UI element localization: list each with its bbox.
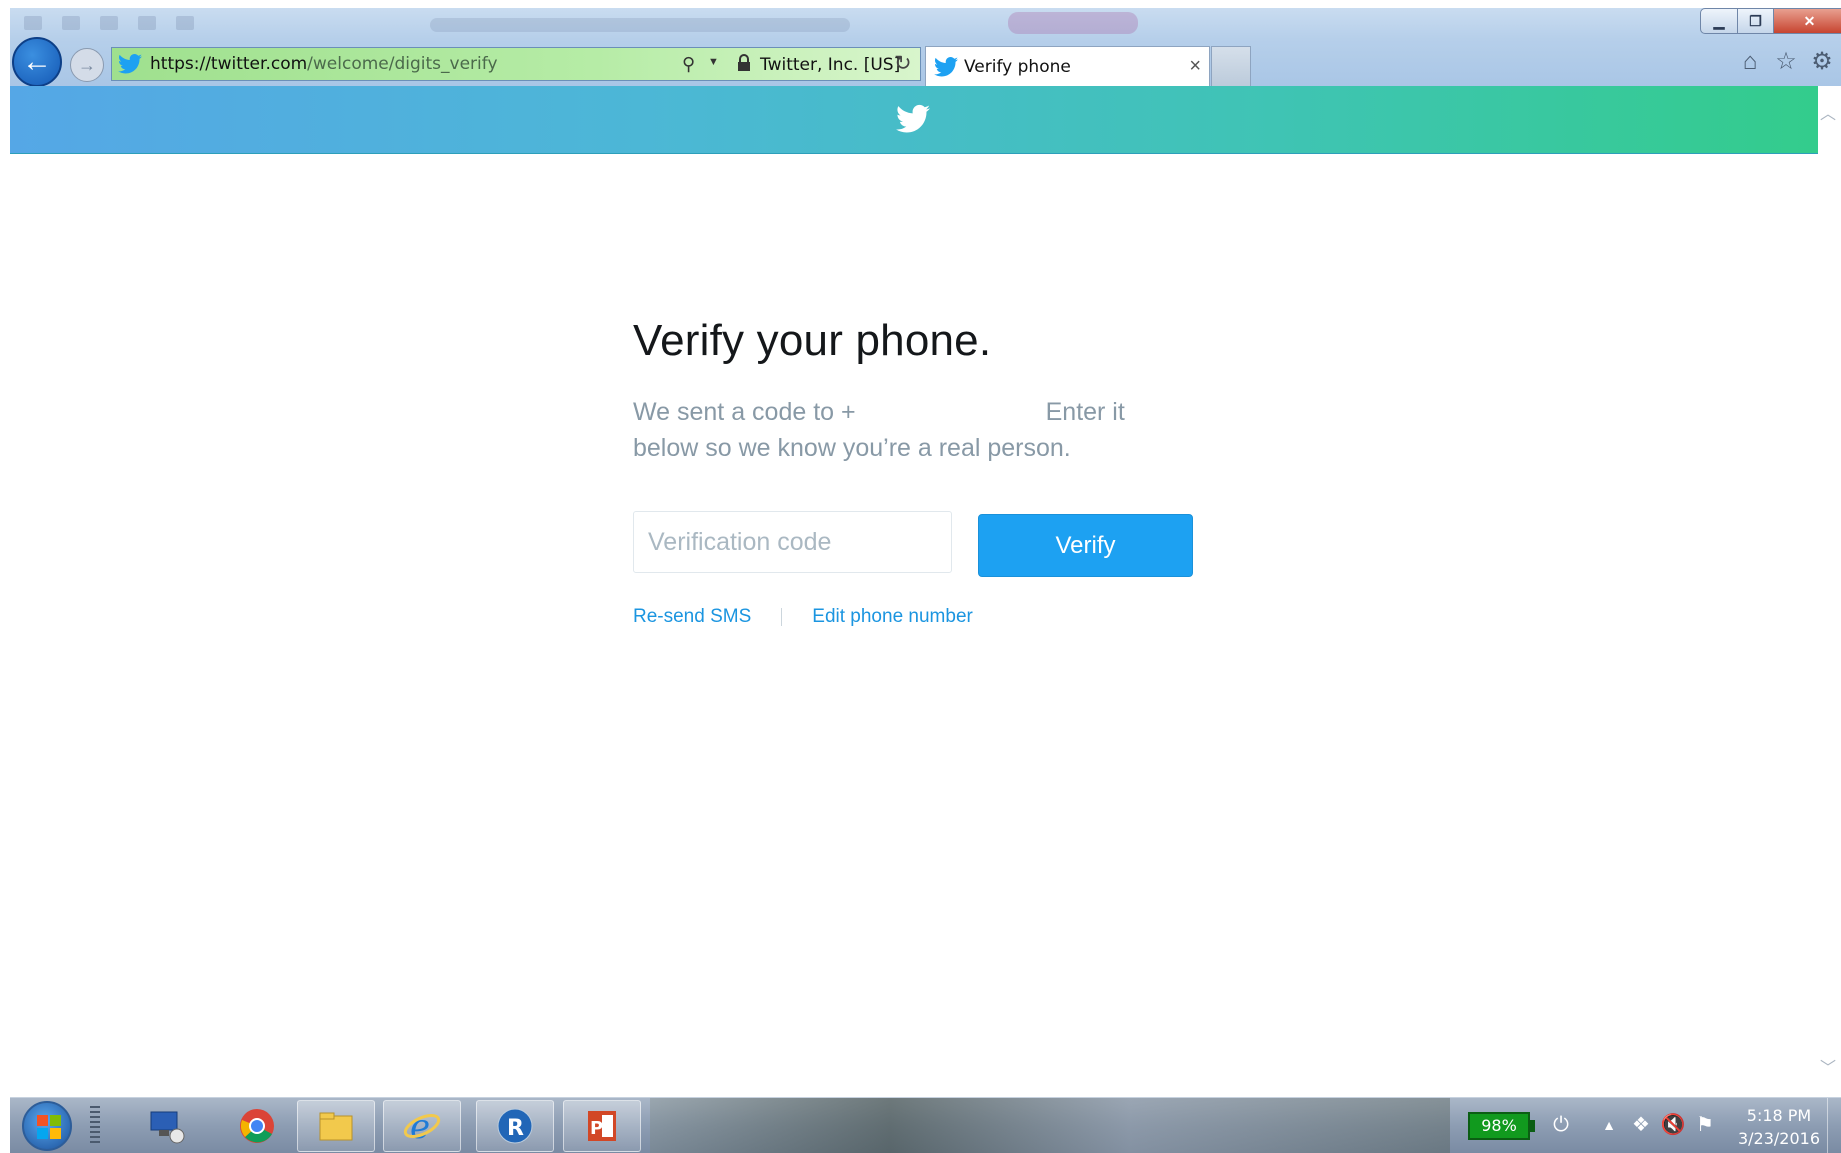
taskbar-app-remote-desktop[interactable]	[128, 1100, 206, 1152]
qat-icon[interactable]	[24, 16, 42, 30]
search-icon[interactable]: ⚲	[682, 54, 695, 75]
verify-phone-card: Verify your phone. We sent a code to + En…	[633, 316, 1233, 627]
minimize-button[interactable]: ▁	[1700, 8, 1738, 34]
clock-date: 3/23/2016	[1737, 1129, 1821, 1148]
restore-button[interactable]: ❐	[1738, 8, 1774, 34]
taskbar-app-internet-explorer[interactable]: e	[383, 1100, 461, 1152]
description-start: We sent a code to +	[633, 398, 856, 426]
lock-icon[interactable]	[736, 54, 752, 72]
qat-icon[interactable]	[62, 16, 80, 30]
start-button[interactable]	[22, 1101, 72, 1151]
page-title: Verify your phone.	[633, 316, 992, 365]
taskbar-app-powerpoint[interactable]: P	[563, 1100, 641, 1152]
page-viewport: Verify your phone. We sent a code to + En…	[10, 86, 1818, 1097]
blurred-title-badge	[1008, 12, 1138, 34]
blurred-window-title	[430, 18, 850, 32]
vertical-scrollbar[interactable]: ︿ ﹀	[1818, 86, 1841, 1097]
powerpoint-icon: P	[588, 1111, 616, 1141]
chevron-down-icon[interactable]: ▼	[708, 56, 719, 68]
twitter-header-banner	[10, 86, 1818, 154]
taskbar-grip[interactable]	[90, 1106, 100, 1146]
windows-logo-icon	[37, 1115, 61, 1139]
tab-label: Verify phone	[964, 56, 1071, 77]
link-divider	[781, 608, 783, 626]
twitter-favicon-icon	[118, 54, 142, 74]
taskbar-app-file-explorer[interactable]	[297, 1100, 375, 1152]
taskbar-app-r[interactable]: R	[476, 1100, 554, 1152]
address-bar[interactable]: https://twitter.com/welcome/digits_verif…	[111, 47, 921, 81]
verify-description: We sent a code to + Enter it below so we …	[633, 394, 1193, 466]
remote-desktop-icon	[150, 1111, 185, 1144]
dropbox-icon[interactable]: ❖	[1628, 1112, 1654, 1138]
close-window-button[interactable]: ✕	[1774, 8, 1841, 34]
verification-code-input[interactable]	[633, 511, 952, 573]
scroll-up-icon[interactable]: ︿	[1820, 100, 1836, 124]
qat-icon[interactable]	[100, 16, 118, 30]
windows-taskbar: e R P 98% ⏻ ▲ ❖ 🔇 ⚑ 5:18 PM 3/23/2016	[10, 1097, 1841, 1153]
internet-explorer-icon: e	[403, 1107, 441, 1146]
battery-indicator[interactable]: 98%	[1468, 1112, 1530, 1140]
browser-nav-icons: ⌂ ☆ ⚙	[1738, 48, 1834, 76]
system-tray: 98% ⏻ ▲ ❖ 🔇 ⚑ 5:18 PM 3/23/2016	[1456, 1098, 1841, 1153]
url-text[interactable]: https://twitter.com/welcome/digits_verif…	[150, 54, 498, 74]
battery-tip	[1530, 1120, 1535, 1132]
svg-text:P: P	[590, 1118, 603, 1139]
code-entry-row: Verify	[633, 511, 1233, 577]
new-tab-button[interactable]	[1211, 46, 1251, 86]
tab-verify-phone[interactable]: Verify phone ×	[925, 46, 1210, 86]
verify-button[interactable]: Verify	[978, 514, 1193, 577]
edit-phone-number-link[interactable]: Edit phone number	[812, 606, 973, 628]
speaker-muted-icon[interactable]: 🔇	[1660, 1112, 1686, 1138]
refresh-icon[interactable]: ↻	[894, 51, 912, 76]
window-controls: ▁ ❐ ✕	[1700, 8, 1841, 34]
back-button[interactable]: ←	[12, 37, 62, 87]
svg-text:e: e	[410, 1107, 430, 1146]
desktop-screen: ▁ ❐ ✕ ← → https://twitter.com/welcome/di…	[0, 0, 1841, 1153]
taskbar-clock[interactable]: 5:18 PM 3/23/2016	[1734, 1104, 1824, 1150]
power-plug-icon[interactable]: ⏻	[1548, 1112, 1574, 1138]
secondary-links: Re-send SMS Edit phone number	[633, 606, 973, 628]
action-center-flag-icon[interactable]: ⚑	[1692, 1112, 1718, 1138]
scroll-down-icon[interactable]: ﹀	[1820, 1054, 1836, 1078]
folder-icon	[319, 1112, 353, 1141]
twitter-bird-icon[interactable]	[896, 104, 930, 134]
taskbar-app-chrome[interactable]	[218, 1100, 296, 1152]
taskbar-background-image	[650, 1098, 1450, 1153]
back-icon: ←	[22, 45, 52, 78]
close-tab-icon[interactable]: ×	[1189, 55, 1201, 78]
forward-button[interactable]: →	[70, 48, 104, 82]
quick-access-toolbar	[24, 16, 194, 30]
chrome-icon	[240, 1109, 274, 1143]
clock-time: 5:18 PM	[1746, 1106, 1812, 1125]
show-desktop-button[interactable]	[1827, 1098, 1841, 1153]
home-icon[interactable]: ⌂	[1738, 48, 1762, 76]
settings-gear-icon[interactable]: ⚙	[1810, 48, 1834, 76]
certificate-label[interactable]: Twitter, Inc. [US]	[760, 55, 900, 75]
forward-icon: →	[78, 54, 96, 75]
show-hidden-icons-icon[interactable]: ▲	[1596, 1112, 1622, 1138]
favorites-star-icon[interactable]: ☆	[1774, 48, 1798, 76]
qat-icon[interactable]	[176, 16, 194, 30]
twitter-favicon-icon	[934, 56, 958, 76]
qat-icon[interactable]	[138, 16, 156, 30]
r-language-icon: R	[497, 1108, 533, 1144]
svg-text:R: R	[507, 1116, 524, 1141]
resend-sms-link[interactable]: Re-send SMS	[633, 606, 751, 628]
